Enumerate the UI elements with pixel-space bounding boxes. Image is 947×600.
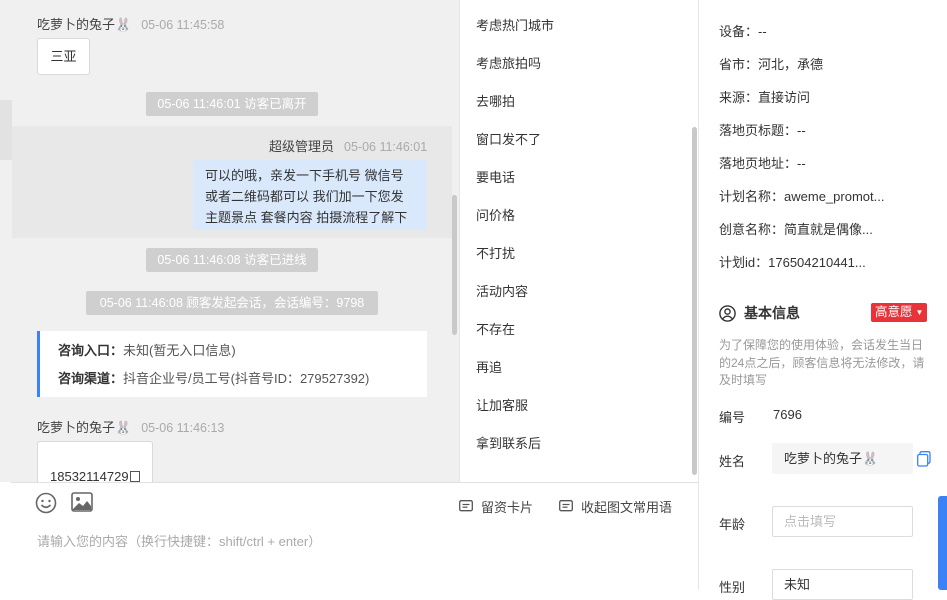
age-label: 年龄	[719, 517, 746, 532]
emoji-icon[interactable]	[35, 492, 57, 517]
name-label: 姓名	[719, 454, 746, 469]
phrase-item[interactable]: 问价格	[476, 205, 515, 224]
system-notice: 05-06 11:46:01 访客已离开	[146, 92, 318, 116]
quick-phrase-pane: 考虑热门城市 考虑旅拍吗 去哪拍 窗口发不了 要电话 问价格 不打扰 活动内容 …	[459, 0, 698, 482]
message-line: 主题景点 套餐内容 拍摄流程了解下	[205, 210, 408, 225]
message-icon	[559, 500, 573, 512]
consult-source-card: 咨询入口：未知(暂无入口信息) 咨询渠道：抖音企业号/员工号(抖音号ID：279…	[37, 331, 427, 397]
basic-info-heading: 基本信息	[719, 303, 800, 323]
info-source: 来源：直接访问	[719, 90, 811, 105]
info-device: 设备：--	[719, 24, 767, 39]
phrase-item[interactable]: 考虑热门城市	[476, 15, 554, 34]
message-time: 05-06 11:46:13	[141, 421, 225, 435]
card-icon	[459, 500, 473, 512]
message-time: 05-06 11:45:58	[141, 18, 225, 32]
visitor-message-bubble: 18532114729	[37, 441, 153, 482]
sender-name: 吃萝卜的兔子🐰	[37, 420, 132, 435]
chat-pane: 吃萝卜的兔子🐰 05-06 11:45:58 三亚 05-06 11:46:01 …	[0, 0, 459, 482]
user-icon	[719, 304, 736, 322]
edit-notice: 为了保障您的使用体验，会话发生当日的24点之后，顾客信息将无法修改，请及时填写	[719, 338, 925, 387]
phrase-item[interactable]: 窗口发不了	[476, 129, 541, 148]
info-plan-id: 计划id：176504210441...	[719, 255, 866, 270]
gender-label: 性别	[719, 580, 746, 595]
lead-card-button[interactable]: 留资卡片	[459, 497, 533, 516]
visitor-message-header: 吃萝卜的兔子🐰 05-06 11:46:13	[37, 417, 224, 436]
collapse-phrases-label: 收起图文常用语	[581, 500, 673, 515]
message-input[interactable]: 请输入您的内容（换行快捷键：shift/ctrl + enter）	[37, 531, 321, 550]
message-text: 三亚	[50, 49, 77, 64]
caret-down-icon: ▼	[915, 308, 924, 317]
copy-icon[interactable]	[917, 451, 931, 470]
name-field[interactable]: 吃萝卜的兔子🐰	[772, 443, 913, 474]
message-line: 或者二维码都可以 我们加一下您发	[205, 189, 404, 204]
phrase-item[interactable]: 让加客服	[476, 395, 528, 414]
visitor-message-bubble: 三亚	[37, 38, 90, 75]
basic-info-title: 基本信息	[744, 305, 800, 321]
agent-message-bubble: 可以的哦，亲发一下手机号 微信号 或者二维码都可以 我们加一下您发 主题景点 套…	[193, 160, 427, 230]
phrase-item[interactable]: 再追	[476, 357, 502, 376]
intent-tag-label: 高意愿	[875, 305, 913, 319]
info-landing-title: 落地页标题：--	[719, 123, 806, 138]
chat-scrollbar[interactable]	[452, 195, 457, 335]
phrase-item[interactable]: 不存在	[476, 319, 515, 338]
image-icon[interactable]	[71, 492, 93, 515]
sender-name: 超级管理员	[269, 139, 335, 154]
phrase-item[interactable]: 不打扰	[476, 243, 515, 262]
entry-label: 咨询入口：	[58, 343, 124, 358]
phrase-item[interactable]: 去哪拍	[476, 91, 515, 110]
gender-select[interactable]: 未知	[772, 569, 913, 600]
consult-channel-row: 咨询渠道：抖音企业号/员工号(抖音号ID：279527392)	[58, 368, 427, 396]
entry-value: 未知(暂无入口信息)	[123, 343, 236, 358]
phrase-item[interactable]: 要电话	[476, 167, 515, 186]
message-line: 可以的哦，亲发一下手机号 微信号	[205, 168, 404, 183]
id-label: 编号	[719, 410, 746, 425]
lead-card-label: 留资卡片	[481, 500, 534, 515]
collapse-phrases-button[interactable]: 收起图文常用语	[559, 497, 672, 516]
message-time: 05-06 11:46:01	[344, 140, 428, 154]
message-input-area: 留资卡片 收起图文常用语 请输入您的内容（换行快捷键：shift/ctrl + …	[11, 482, 698, 590]
phrase-item[interactable]: 拿到联系后	[476, 433, 541, 452]
id-value: 7696	[773, 407, 802, 422]
channel-label: 咨询渠道：	[58, 371, 124, 386]
info-region: 省市：河北，承德	[719, 57, 824, 72]
phrase-scrollbar[interactable]	[692, 127, 697, 475]
phrase-item[interactable]: 考虑旅拍吗	[476, 53, 541, 72]
info-plan-name: 计划名称：aweme_promot...	[719, 189, 885, 204]
system-notice: 05-06 11:46:08 访客已进线	[146, 248, 318, 272]
info-landing-url: 落地页地址：--	[719, 156, 806, 171]
visitor-message-header: 吃萝卜的兔子🐰 05-06 11:45:58	[37, 14, 224, 33]
consult-entry-row: 咨询入口：未知(暂无入口信息)	[58, 340, 427, 368]
system-notice: 05-06 11:46:08 顾客发起会话，会话编号：9798	[86, 291, 378, 315]
age-field[interactable]: 点击填写	[772, 506, 913, 537]
chat-gutter	[0, 100, 12, 160]
customer-info-pane: 设备：-- 省市：河北，承德 来源：直接访问 落地页标题：-- 落地页地址：--…	[698, 0, 947, 600]
phrase-item[interactable]: 活动内容	[476, 281, 528, 300]
agent-message-header: 超级管理员 05-06 11:46:01	[269, 136, 427, 155]
message-text[interactable]: 18532114729	[50, 469, 129, 482]
info-creative-name: 创意名称：简直就是偶像...	[719, 222, 873, 237]
side-panel-tab[interactable]	[938, 496, 947, 590]
sender-name: 吃萝卜的兔子🐰	[37, 17, 132, 32]
intent-tag-dropdown[interactable]: 高意愿 ▼	[871, 303, 928, 322]
copy-icon[interactable]	[129, 471, 140, 482]
channel-value: 抖音企业号/员工号(抖音号ID：279527392)	[123, 371, 370, 386]
